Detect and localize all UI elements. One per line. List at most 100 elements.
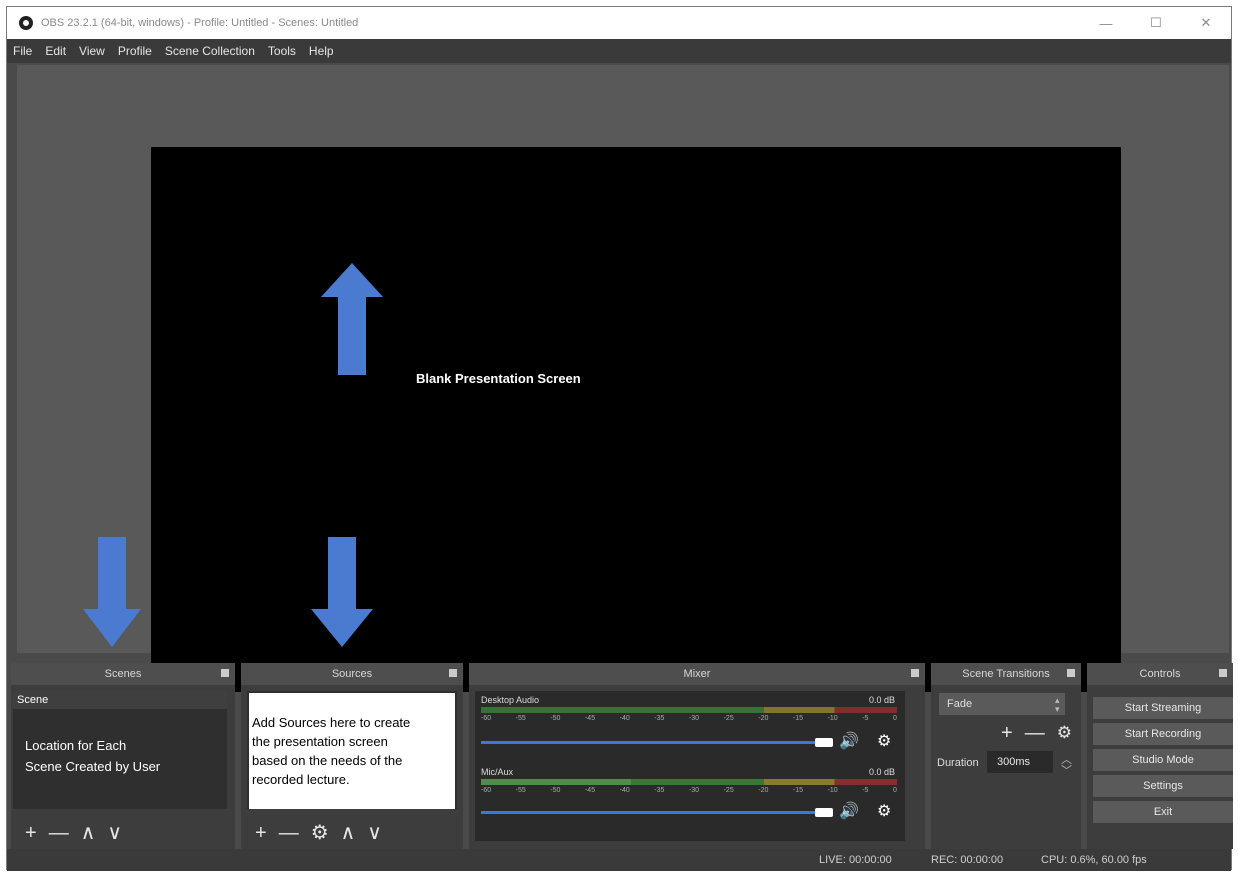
scenes-annotation: Location for Each Scene Created by User [25, 735, 160, 777]
transitions-title-label: Scene Transitions [962, 668, 1050, 680]
gear-icon[interactable]: ⚙ [877, 731, 891, 751]
chevron-down-icon[interactable]: ﹀ [1061, 762, 1072, 778]
mixer-title-label: Mixer [683, 668, 711, 680]
move-source-down-button[interactable]: ∨ [367, 823, 382, 843]
menu-tools[interactable]: Tools [268, 44, 296, 58]
undock-icon[interactable] [221, 669, 229, 677]
transitions-dock-title: Scene Transitions [931, 663, 1081, 685]
sources-title-label: Sources [331, 668, 373, 680]
exit-button[interactable]: Exit [1093, 801, 1233, 823]
preview-annotation: Blank Presentation Screen [416, 371, 581, 386]
meter-ticks: -60 -55 -50 -45 -40 -35 -30 -25 -20 -15 … [481, 787, 897, 794]
meter-ticks: -60 -55 -50 -45 -40 -35 -30 -25 -20 -15 … [481, 715, 897, 722]
add-source-button[interactable]: + [255, 823, 267, 843]
maximize-button[interactable]: ☐ [1131, 7, 1181, 39]
tick-label: -60 [481, 787, 492, 794]
menu-edit[interactable]: Edit [45, 44, 66, 58]
undock-icon[interactable] [1067, 669, 1075, 677]
arrow-down-icon [83, 537, 141, 647]
menu-profile[interactable]: Profile [118, 44, 152, 58]
close-button[interactable]: ✕ [1181, 7, 1231, 39]
menu-scene-collection[interactable]: Scene Collection [165, 44, 255, 58]
tick-label: -25 [723, 715, 734, 722]
volume-fader[interactable] [481, 741, 821, 744]
channel-db: 0.0 dB [868, 695, 895, 705]
scenes-title-label: Scenes [104, 668, 142, 680]
audio-meter [481, 779, 897, 785]
controls-dock-title: Controls [1087, 663, 1233, 685]
scene-list-item[interactable]: Scene [13, 691, 227, 709]
tick-label: -10 [827, 715, 838, 722]
tick-label: -35 [654, 715, 665, 722]
gear-icon[interactable]: ⚙ [1057, 723, 1072, 743]
tick-label: -5 [862, 787, 869, 794]
tick-label: -20 [758, 715, 769, 722]
undock-icon[interactable] [1219, 669, 1227, 677]
scenes-dock-title: Scenes [11, 663, 235, 685]
volume-fader-knob[interactable] [815, 808, 833, 817]
start-streaming-button[interactable]: Start Streaming [1093, 697, 1233, 719]
tick-label: -30 [688, 715, 700, 722]
speaker-icon[interactable]: 🔊 [839, 801, 859, 821]
tick-label: -15 [792, 715, 804, 722]
menu-file[interactable]: File [13, 44, 32, 58]
preview-canvas[interactable]: Blank Presentation Screen [151, 147, 1121, 692]
live-timer: LIVE: 00:00:00 [819, 854, 892, 866]
tick-label: -45 [584, 787, 596, 794]
preview-area: Blank Presentation Screen [17, 65, 1229, 692]
tick-label: -10 [827, 787, 838, 794]
menu-bar: File Edit View Profile Scene Collection … [7, 39, 1231, 63]
rec-timer: REC: 00:00:00 [931, 854, 1004, 866]
channel-name: Mic/Aux [481, 767, 514, 777]
remove-source-button[interactable]: — [279, 823, 299, 843]
mixer-panel: Desktop Audio 0.0 dB -60 -55 -50 -45 -40… [475, 691, 905, 841]
scenes-list[interactable]: Scene Location for Each Scene Created by… [13, 691, 227, 809]
audio-meter [481, 707, 897, 713]
settings-button[interactable]: Settings [1093, 775, 1233, 797]
menu-view[interactable]: View [79, 44, 105, 58]
sources-annotation-line: recorded lecture. [252, 772, 350, 787]
arrow-down-icon [311, 537, 373, 647]
chevron-down-icon[interactable]: ▾ [1055, 704, 1060, 715]
transition-select[interactable]: Fade [939, 693, 1065, 715]
minimize-button[interactable]: — [1081, 7, 1131, 39]
move-scene-down-button[interactable]: ∨ [107, 823, 122, 843]
sources-annotation-line: Add Sources here to create [252, 715, 411, 730]
speaker-icon[interactable]: 🔊 [839, 731, 859, 751]
channel-db: 0.0 dB [868, 767, 895, 777]
remove-transition-button[interactable]: — [1025, 723, 1045, 743]
controls-dock: Controls Start Streaming Start Recording… [1087, 663, 1233, 849]
tick-label: -45 [584, 715, 596, 722]
tick-label: -55 [515, 787, 526, 794]
menu-help[interactable]: Help [309, 44, 334, 58]
tick-label: -15 [792, 787, 804, 794]
move-source-up-button[interactable]: ∧ [341, 823, 356, 843]
add-transition-button[interactable]: + [1001, 723, 1013, 743]
undock-icon[interactable] [911, 669, 919, 677]
transitions-toolbar: + — ⚙ [1001, 723, 1084, 743]
tick-label: -60 [481, 715, 492, 722]
volume-fader-knob[interactable] [815, 738, 833, 747]
sources-toolbar: + — ⚙ ∧ ∨ [255, 823, 394, 843]
volume-fader[interactable] [481, 811, 821, 814]
tick-label: 0 [892, 787, 897, 794]
start-recording-button[interactable]: Start Recording [1093, 723, 1233, 745]
undock-icon[interactable] [449, 669, 457, 677]
source-properties-button[interactable]: ⚙ [311, 823, 329, 843]
move-scene-up-button[interactable]: ∧ [81, 823, 96, 843]
status-bar: LIVE: 00:00:00 REC: 00:00:00 CPU: 0.6%, … [7, 849, 1231, 871]
add-scene-button[interactable]: + [25, 823, 37, 843]
studio-mode-button[interactable]: Studio Mode [1093, 749, 1233, 771]
tick-label: -20 [758, 787, 769, 794]
tick-label: -40 [619, 787, 630, 794]
tick-label: 0 [892, 715, 897, 722]
duration-input[interactable]: 300ms [987, 751, 1053, 773]
sources-annotation-line: based on the needs of the [252, 753, 403, 768]
channel-name: Desktop Audio [481, 695, 540, 705]
gear-icon[interactable]: ⚙ [877, 801, 891, 821]
sources-dock: Sources Add Sources here to create the p… [241, 663, 463, 849]
mixer-dock: Mixer Desktop Audio 0.0 dB -60 -55 -50 -… [469, 663, 925, 849]
window-controls: — ☐ ✕ [1081, 7, 1231, 39]
remove-scene-button[interactable]: — [49, 823, 69, 843]
window-title: OBS 23.2.1 (64-bit, windows) - Profile: … [41, 17, 359, 29]
